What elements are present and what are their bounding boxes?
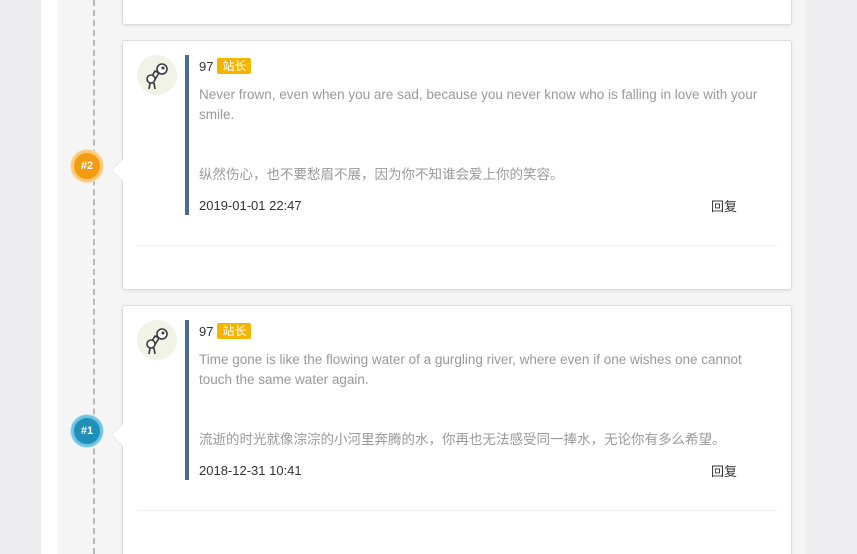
- comment-footer: 2018-12-31 10:41 回复: [199, 460, 781, 480]
- comment-card: 97 站长 Time gone is like the flowing wate…: [112, 305, 792, 554]
- reply-button[interactable]: 回复: [711, 196, 737, 215]
- avatar[interactable]: [137, 55, 177, 95]
- role-badge: 站长: [217, 58, 252, 74]
- timeline-dashed-line: [93, 0, 95, 554]
- avatar-illustration-icon: [137, 55, 177, 95]
- page: 97 站长 Never frown, even when you are sad…: [0, 0, 857, 554]
- reply-button[interactable]: 回复: [711, 461, 737, 480]
- comment-meta: 97 站长: [199, 55, 781, 77]
- card-pointer: [112, 424, 123, 446]
- avatar-illustration-icon: [137, 320, 177, 360]
- comment-text-chinese: 纵然伤心，也不要愁眉不展，因为你不知谁会爱上你的笑容。: [199, 167, 564, 182]
- comment-text-english: Never frown, even when you are sad, beca…: [199, 87, 758, 122]
- comment-date: 2019-01-01 22:47: [199, 197, 302, 213]
- card-pointer: [112, 159, 123, 181]
- reply-divider: [137, 510, 777, 511]
- comment-card: 97 站长 Never frown, even when you are sad…: [112, 40, 792, 290]
- comment-meta: 97 站长: [199, 320, 781, 342]
- comment-number-badge: #1: [71, 415, 103, 447]
- comment-footer: 2019-01-01 22:47 回复: [199, 195, 781, 215]
- username-link[interactable]: 97: [199, 324, 213, 339]
- comment-body: 97 站长 Never frown, even when you are sad…: [185, 55, 781, 215]
- comment-number-badge: #2: [71, 150, 103, 182]
- reply-divider: [137, 245, 777, 246]
- comment-text-chinese: 流逝的时光就像淙淙的小河里奔腾的水，你再也无法感受同一捧水，无论你有多么希望。: [199, 432, 726, 447]
- comment-body: 97 站长 Time gone is like the flowing wate…: [185, 320, 781, 480]
- comment-date: 2018-12-31 10:41: [199, 462, 302, 478]
- username-link[interactable]: 97: [199, 59, 213, 74]
- comment-text-english: Time gone is like the flowing water of a…: [199, 352, 742, 387]
- role-badge: 站长: [217, 323, 252, 339]
- left-gutter: [0, 0, 41, 554]
- avatar[interactable]: [137, 320, 177, 360]
- previous-comment-card: [122, 0, 792, 25]
